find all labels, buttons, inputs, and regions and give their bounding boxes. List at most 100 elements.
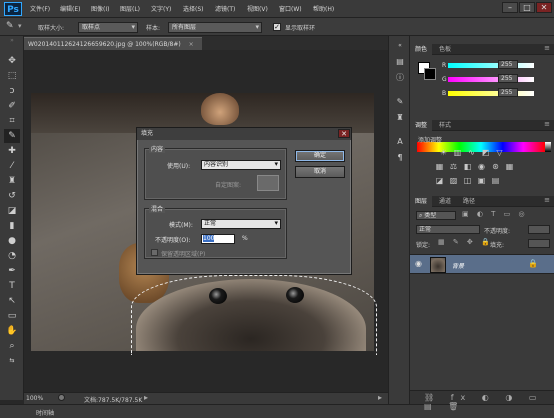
menu-image[interactable]: 图像(I) xyxy=(91,4,109,13)
marquee-tool-icon[interactable]: ⬚ xyxy=(4,69,20,83)
menu-help[interactable]: 帮助(H) xyxy=(313,4,334,13)
opacity-input[interactable]: 100 xyxy=(201,234,235,244)
photo-filter-adjust-icon[interactable]: ◉ xyxy=(476,162,487,172)
tab-adjustments[interactable]: 调整 xyxy=(410,120,433,131)
scroll-right-icon[interactable]: ▸ xyxy=(378,393,382,402)
eraser-tool-icon[interactable]: ◪ xyxy=(4,204,20,218)
grayscale-bar[interactable] xyxy=(545,142,551,152)
menu-filter[interactable]: 滤镜(T) xyxy=(215,4,235,13)
gradient-tool-icon[interactable]: ▮ xyxy=(4,219,20,233)
eyedropper-tool-icon[interactable]: ✎ xyxy=(6,21,14,31)
channel-g-slider[interactable] xyxy=(448,77,534,82)
curves-adjust-icon[interactable]: ∿ xyxy=(466,148,477,158)
tab-styles[interactable]: 样式 xyxy=(434,120,456,131)
move-tool-icon[interactable]: ✥ xyxy=(4,54,20,68)
dialog-close-button[interactable]: ✕ xyxy=(338,129,350,138)
history-brush-tool-icon[interactable]: ↺ xyxy=(4,189,20,203)
vibrance-adjust-icon[interactable]: ▽ xyxy=(494,148,505,158)
brush-tool-icon[interactable]: ⁄ xyxy=(4,159,20,173)
tool-preset-chevron-icon[interactable]: ▾ xyxy=(18,22,22,30)
mode-select[interactable]: 正常 xyxy=(201,219,281,229)
zoom-level[interactable]: 100% xyxy=(26,395,43,402)
menu-layer[interactable]: 图层(L) xyxy=(120,4,140,13)
collapse-icon[interactable]: « xyxy=(393,40,407,52)
hand-tool-icon[interactable]: ✋ xyxy=(4,324,20,338)
menu-view[interactable]: 视图(V) xyxy=(247,4,268,13)
tab-color[interactable]: 颜色 xyxy=(410,44,433,55)
maximize-button[interactable]: □ xyxy=(519,2,535,13)
paragraph-panel-icon[interactable]: ¶ xyxy=(393,152,407,164)
layer-fill-input[interactable] xyxy=(528,239,550,248)
type-tool-icon[interactable]: T xyxy=(4,279,20,293)
close-window-button[interactable]: ✕ xyxy=(536,2,552,13)
zoom-tool-icon[interactable]: ⌕ xyxy=(4,339,20,353)
channel-r-slider[interactable] xyxy=(448,63,534,68)
layer-lock-icons[interactable]: ▦ ✎ ✥ 🔒 xyxy=(438,238,493,246)
sample-select[interactable]: 所有图层 xyxy=(168,22,262,33)
healing-brush-tool-icon[interactable]: ✚ xyxy=(4,144,20,158)
layers-footer-icons[interactable]: ⛓ fx ◐ ◑ ▭ ▤ 🗑 xyxy=(424,393,554,411)
brightness-adjust-icon[interactable]: ☀ xyxy=(438,148,449,158)
close-tab-icon[interactable]: × xyxy=(189,41,194,48)
channel-r-value[interactable]: 255 xyxy=(498,60,518,69)
menu-type[interactable]: 文字(Y) xyxy=(151,4,171,13)
clone-source-panel-icon[interactable]: ♜ xyxy=(393,112,407,124)
layer-filter-select[interactable]: ⌕ 类型 xyxy=(416,211,456,220)
color-balance-adjust-icon[interactable]: ⚖ xyxy=(448,162,459,172)
shape-tool-icon[interactable]: ▭ xyxy=(4,309,20,323)
layer-filter-icons[interactable]: ▣ ◐ T ▭ ◎ xyxy=(462,210,528,218)
status-menu-arrow-icon[interactable]: ▸ xyxy=(144,393,148,402)
layer-blend-mode-select[interactable]: 正常 xyxy=(416,225,480,234)
exposure-adjust-icon[interactable]: ◩ xyxy=(480,148,491,158)
menu-file[interactable]: 文件(F) xyxy=(30,4,50,13)
status-info-icon[interactable] xyxy=(58,394,65,401)
gradient-map-adjust-icon[interactable]: ▤ xyxy=(490,176,501,186)
swap-colors-icon[interactable]: ⇆ xyxy=(4,354,20,368)
channel-mixer-adjust-icon[interactable]: ⊛ xyxy=(490,162,501,172)
pen-tool-icon[interactable]: ✒ xyxy=(4,264,20,278)
blur-tool-icon[interactable]: ● xyxy=(4,234,20,248)
crop-tool-icon[interactable]: ⌗ xyxy=(4,114,20,128)
eyedropper-tool-icon[interactable]: ✎ xyxy=(4,129,20,143)
lasso-tool-icon[interactable]: ↄ xyxy=(4,84,20,98)
levels-adjust-icon[interactable]: ▥ xyxy=(452,148,463,158)
ok-button[interactable]: 确定 xyxy=(295,150,345,162)
layer-visibility-eye-icon[interactable]: ◉ xyxy=(415,259,422,268)
threshold-adjust-icon[interactable]: ◫ xyxy=(462,176,473,186)
layer-opacity-input[interactable] xyxy=(528,225,550,234)
color-bg-swatch[interactable] xyxy=(424,68,436,80)
panel-menu-icon[interactable]: ≡ xyxy=(544,196,550,204)
brush-panel-icon[interactable]: ✎ xyxy=(393,96,407,108)
cancel-button[interactable]: 取消 xyxy=(295,166,345,178)
selective-color-adjust-icon[interactable]: ▣ xyxy=(476,176,487,186)
sample-size-select[interactable]: 取样点 xyxy=(78,22,138,33)
channel-g-value[interactable]: 255 xyxy=(498,74,518,83)
menu-edit[interactable]: 编辑(E) xyxy=(60,4,80,13)
use-select[interactable]: 内容识别 xyxy=(201,160,281,170)
history-panel-icon[interactable]: ▤ xyxy=(393,56,407,68)
dodge-tool-icon[interactable]: ◔ xyxy=(4,249,20,263)
channel-b-value[interactable]: 255 xyxy=(498,88,518,97)
timeline-label[interactable]: 时间轴 xyxy=(36,408,54,417)
quick-select-tool-icon[interactable]: ✐ xyxy=(4,99,20,113)
panel-menu-icon[interactable]: ≡ xyxy=(544,120,550,128)
clone-stamp-tool-icon[interactable]: ♜ xyxy=(4,174,20,188)
tab-channels[interactable]: 通道 xyxy=(434,196,456,207)
minimize-button[interactable]: – xyxy=(502,2,518,13)
color-lookup-adjust-icon[interactable]: ▦ xyxy=(504,162,515,172)
posterize-adjust-icon[interactable]: ▨ xyxy=(448,176,459,186)
show-ring-checkbox[interactable]: ✓ xyxy=(273,23,281,31)
path-selection-tool-icon[interactable]: ↖ xyxy=(4,294,20,308)
custom-pattern-swatch[interactable] xyxy=(257,175,279,191)
properties-panel-icon[interactable]: ⓘ xyxy=(393,72,407,84)
preserve-transparency-checkbox[interactable] xyxy=(151,249,158,256)
tab-layers[interactable]: 图层 xyxy=(410,196,433,207)
menu-select[interactable]: 选择(S) xyxy=(183,4,204,13)
toolbar-grip-icon[interactable]: » xyxy=(4,38,20,52)
document-tab[interactable]: W020140112624126659620.jpg @ 100%(RGB/8#… xyxy=(24,37,202,50)
panel-menu-icon[interactable]: ≡ xyxy=(544,44,550,52)
channel-b-slider[interactable] xyxy=(448,91,534,96)
bw-adjust-icon[interactable]: ◧ xyxy=(462,162,473,172)
layer-row-background[interactable]: ◉ 背景 🔒 xyxy=(410,254,554,274)
tab-swatches[interactable]: 色板 xyxy=(434,44,456,55)
